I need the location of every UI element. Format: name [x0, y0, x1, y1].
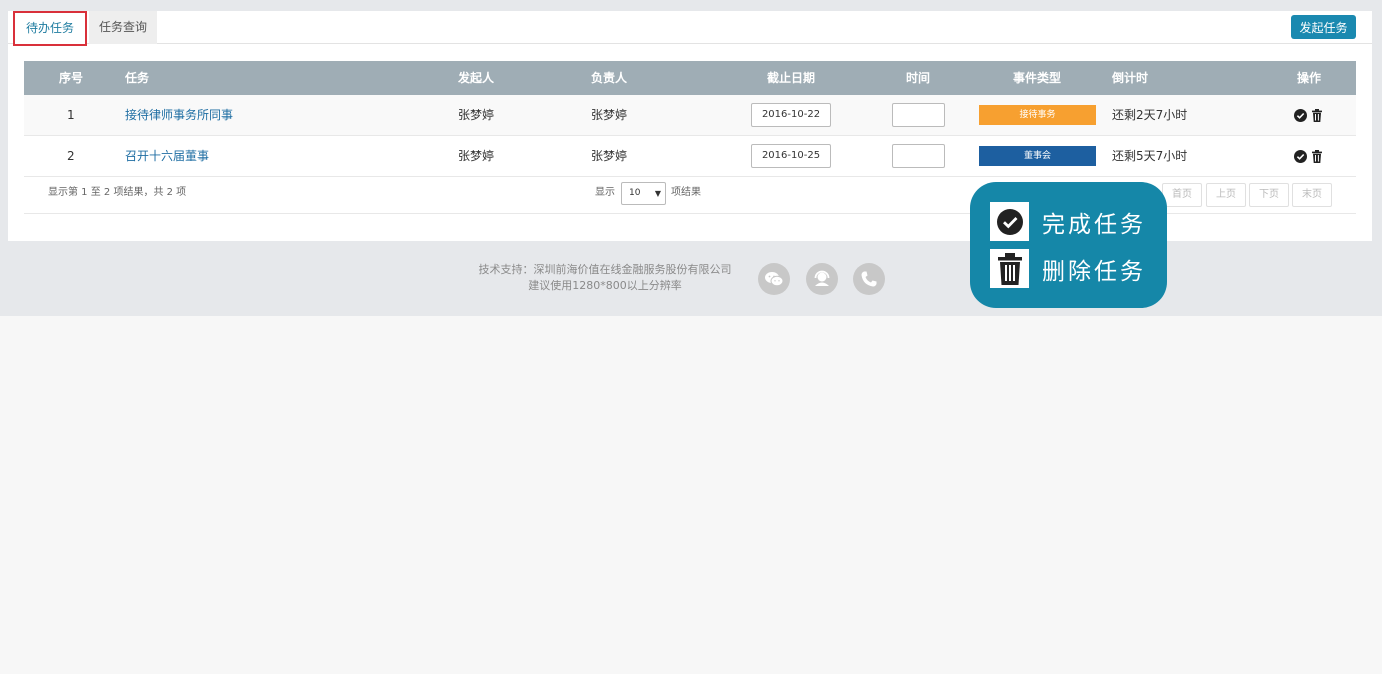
col-time: 时间	[906, 71, 931, 85]
col-event-type: 事件类型	[1013, 71, 1062, 85]
row-index: 2	[67, 149, 75, 163]
col-task: 任务	[125, 71, 150, 85]
legend-complete: 完成任务	[990, 202, 1146, 241]
complete-check-icon[interactable]	[1293, 149, 1307, 163]
row-actions	[1293, 149, 1324, 163]
wechat-icon[interactable]	[758, 263, 790, 295]
deadline-field[interactable]: 2016-10-22	[751, 103, 831, 127]
task-link[interactable]: 召开十六届董事	[125, 136, 209, 176]
length-suffix: 项结果	[671, 187, 701, 198]
legend-delete: 删除任务	[990, 249, 1146, 288]
col-countdown: 倒计时	[1112, 71, 1149, 85]
row-countdown: 还剩2天7小时	[1112, 108, 1188, 122]
event-type-badge: 接待事务	[979, 105, 1096, 125]
legend-delete-label: 删除任务	[1042, 258, 1146, 285]
tab-task-query[interactable]: 任务查询	[89, 11, 157, 44]
deadline-field[interactable]: 2016-10-25	[751, 144, 831, 168]
row-initiator: 张梦婷	[458, 108, 495, 122]
prev-page-button[interactable]: 上页	[1206, 183, 1246, 207]
event-type-badge: 董事会	[979, 146, 1096, 166]
table-header: 序号 任务 发起人 负责人 截止日期 时间 事件类型 倒计时 操作	[24, 61, 1356, 95]
phone-icon[interactable]	[853, 263, 885, 295]
row-initiator: 张梦婷	[458, 149, 495, 163]
delete-trash-icon[interactable]	[1310, 108, 1324, 122]
row-owner: 张梦婷	[591, 149, 628, 163]
delete-trash-icon	[990, 249, 1029, 288]
table-row: 1 接待律师事务所同事 张梦婷 张梦婷 2016-10-22 接待事务 还剩2天…	[24, 95, 1356, 136]
start-task-button[interactable]: 发起任务	[1291, 15, 1356, 39]
page-length-select[interactable]: 10 ▼	[621, 182, 666, 205]
site-footer: 技术支持：深圳前海价值在线金融服务股份有限公司 建议使用1280*800以上分辨…	[460, 262, 750, 294]
task-link[interactable]: 接待律师事务所同事	[125, 95, 233, 135]
action-legend-tooltip: 完成任务 删除任务	[970, 182, 1167, 308]
main-panel: 待办任务 任务查询 发起任务 序号 任务 发起人 负责人 截止日期 时间 事件类…	[8, 11, 1372, 241]
time-field[interactable]	[892, 144, 945, 168]
tab-bar: 待办任务 任务查询 发起任务	[8, 11, 1372, 46]
row-actions	[1293, 108, 1324, 122]
resolution-text: 建议使用1280*800以上分辨率	[528, 279, 682, 292]
col-owner: 负责人	[591, 71, 628, 85]
length-prefix: 显示	[595, 187, 615, 198]
row-index: 1	[67, 108, 75, 122]
tab-pending-tasks[interactable]: 待办任务	[13, 11, 87, 46]
col-deadline: 截止日期	[767, 71, 816, 85]
support-text: 技术支持：深圳前海价值在线金融服务股份有限公司	[478, 263, 732, 276]
customer-service-icon[interactable]	[806, 263, 838, 295]
col-actions: 操作	[1297, 71, 1322, 85]
row-owner: 张梦婷	[591, 108, 628, 122]
time-field[interactable]	[892, 103, 945, 127]
col-index: 序号	[59, 71, 84, 85]
legend-complete-label: 完成任务	[1042, 211, 1146, 238]
delete-trash-icon[interactable]	[1310, 149, 1324, 163]
table-row: 2 召开十六届董事 张梦婷 张梦婷 2016-10-25 董事会 还剩5天7小时	[24, 136, 1356, 177]
col-initiator: 发起人	[458, 71, 495, 85]
result-info: 显示第 1 至 2 项结果，共 2 项	[48, 187, 187, 198]
complete-check-icon	[990, 202, 1029, 241]
next-page-button[interactable]: 下页	[1249, 183, 1289, 207]
complete-check-icon[interactable]	[1293, 108, 1307, 122]
first-page-button[interactable]: 首页	[1162, 183, 1202, 207]
page-length-value: 10	[629, 188, 641, 198]
row-countdown: 还剩5天7小时	[1112, 149, 1188, 163]
caret-down-icon: ▼	[654, 189, 661, 198]
last-page-button[interactable]: 末页	[1292, 183, 1332, 207]
